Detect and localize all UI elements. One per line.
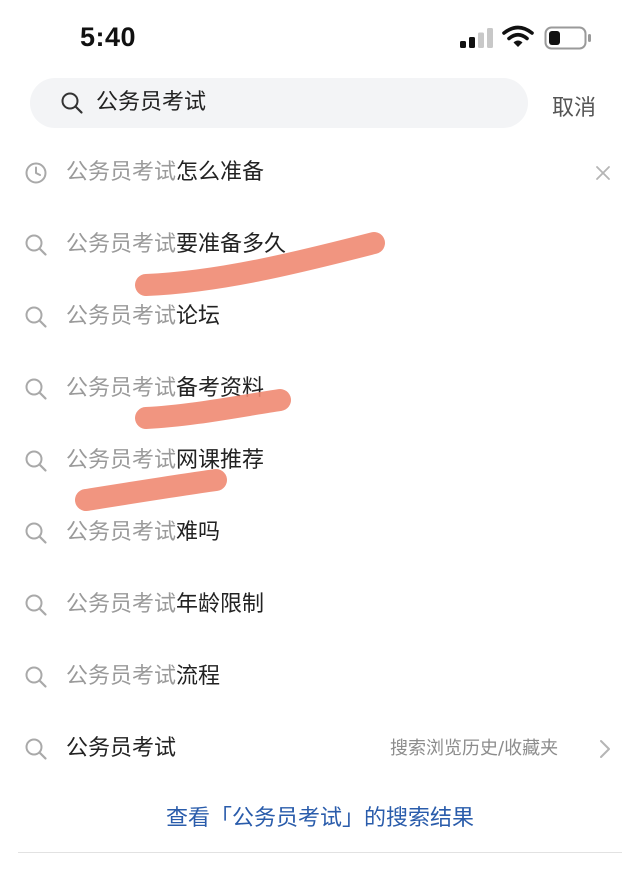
view-search-results-link[interactable]: 查看「公务员考试」的搜索结果 [0, 800, 640, 832]
status-time: 5:40 [80, 22, 137, 52]
wifi-icon [502, 25, 534, 47]
suggestion-suffix: 论坛 [176, 304, 221, 329]
suggestion-prefix: 公务员考试 [66, 592, 177, 617]
suggestion-prefix: 公务员考试 [66, 304, 177, 329]
search-icon [25, 666, 47, 688]
search-icon [25, 594, 47, 616]
search-icon [25, 450, 47, 472]
suggestion-list: 公务员考试怎么准备 公务员考试要准备多久 公务员考试论坛 公务员考试备考资料 公… [0, 137, 640, 785]
search-icon [61, 92, 83, 114]
suggestion-prefix: 公务员考试 [66, 232, 177, 257]
clock-icon [25, 162, 47, 184]
suggestion-item[interactable]: 公务员考试论坛 [0, 281, 640, 353]
suggestion-text: 公务员考试流程 [66, 661, 220, 693]
close-icon[interactable] [594, 164, 612, 182]
search-bar [30, 78, 528, 128]
history-favorites-link[interactable]: 搜索浏览历史/收藏夹 [390, 737, 558, 761]
suggestion-prefix: 公务员考试 [66, 520, 177, 545]
suggestion-suffix: 流程 [176, 664, 221, 689]
suggestion-suffix: 难吗 [176, 520, 221, 545]
search-icon [25, 738, 47, 760]
suggestion-text: 公务员考试怎么准备 [66, 157, 264, 189]
suggestion-text: 公务员考试要准备多久 [66, 229, 286, 261]
suggestion-suffix: 网课推荐 [176, 448, 265, 473]
suggestion-text: 公务员考试 [66, 733, 176, 765]
suggestion-prefix: 公务员考试 [66, 160, 177, 185]
history-query: 公务员考试 [66, 736, 177, 761]
battery-icon [544, 26, 591, 50]
suggestion-item[interactable]: 公务员考试要准备多久 [0, 209, 640, 281]
suggestion-item[interactable]: 公务员考试年龄限制 [0, 569, 640, 641]
suggestion-item[interactable]: 公务员考试难吗 [0, 497, 640, 569]
suggestion-suffix: 怎么准备 [176, 160, 265, 185]
signal-icon [460, 28, 493, 48]
suggestion-text: 公务员考试网课推荐 [66, 445, 264, 477]
search-icon [25, 378, 47, 400]
suggestion-prefix: 公务员考试 [66, 376, 177, 401]
suggestion-text: 公务员考试备考资料 [66, 373, 264, 405]
suggestion-text: 公务员考试年龄限制 [66, 589, 264, 621]
suggestion-item[interactable]: 公务员考试怎么准备 [0, 137, 640, 209]
suggestion-suffix: 年龄限制 [176, 592, 265, 617]
suggestion-item[interactable]: 公务员考试网课推荐 [0, 425, 640, 497]
suggestion-item[interactable]: 公务员考试备考资料 [0, 353, 640, 425]
suggestion-suffix: 要准备多久 [176, 232, 287, 257]
search-icon [25, 522, 47, 544]
cancel-button[interactable]: 取消 [552, 90, 596, 122]
divider [18, 852, 622, 853]
search-input[interactable] [96, 78, 506, 128]
chevron-right-icon [600, 740, 610, 758]
search-icon [25, 306, 47, 328]
suggestion-text: 公务员考试难吗 [66, 517, 220, 549]
search-icon [25, 234, 47, 256]
suggestion-item[interactable]: 公务员考试流程 [0, 641, 640, 713]
history-row[interactable]: 公务员考试 搜索浏览历史/收藏夹 [0, 713, 640, 785]
suggestion-suffix: 备考资料 [176, 376, 265, 401]
suggestion-text: 公务员考试论坛 [66, 301, 220, 333]
suggestion-prefix: 公务员考试 [66, 448, 177, 473]
suggestion-prefix: 公务员考试 [66, 664, 177, 689]
status-bar: 5:40 [0, 0, 640, 70]
